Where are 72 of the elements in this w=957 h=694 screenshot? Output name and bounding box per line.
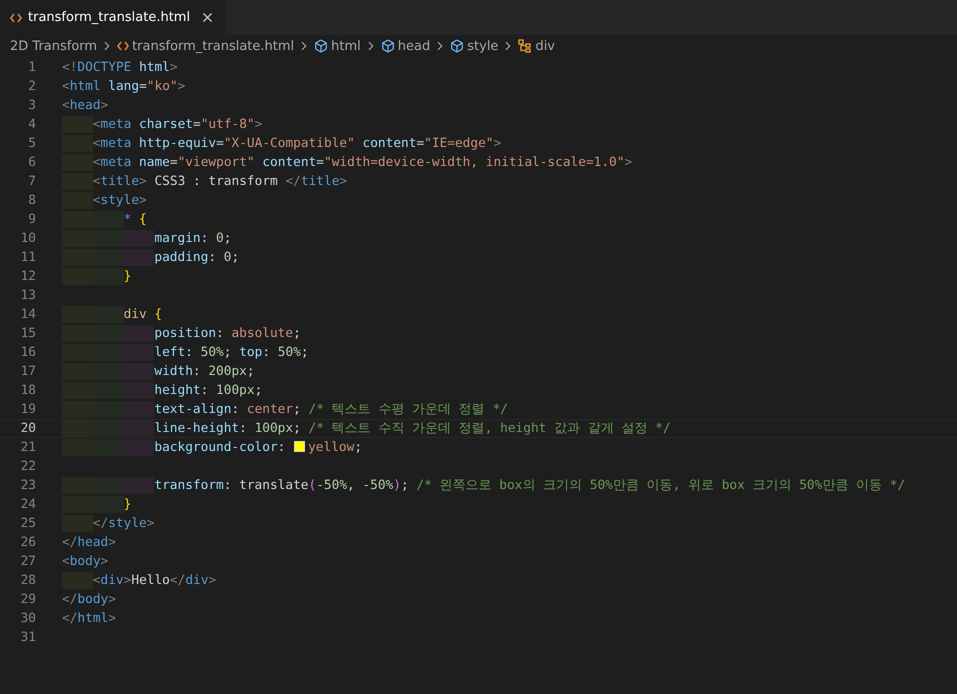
cube-icon: [380, 39, 395, 53]
code-line: line-height: 100px; /* 텍스트 수직 가운데 정렬, height 값과 같게 설정 */: [154, 420, 671, 437]
line-number: 7: [27, 174, 36, 189]
line-number: 14: [20, 307, 36, 322]
line-number: 11: [20, 250, 36, 265]
code-line: transform: translate(-50%, -50%); /* 왼쪽으로 box의 크기의 50%만큼 이동, 위로 box 크기의 50%만큼 이동 */: [154, 477, 906, 494]
breadcrumb-item[interactable]: div: [535, 38, 555, 54]
structure-icon: [518, 39, 532, 53]
code-line: </html>: [62, 610, 116, 627]
code-line: width: 200px;: [154, 363, 255, 380]
line-number: 1: [27, 60, 36, 75]
code-line: <meta http-equiv="X-UA-Compatible" content="IE=edge">: [92, 135, 502, 152]
code-line: <head>: [62, 97, 108, 114]
line-number: 15: [20, 326, 36, 341]
code-line: <!DOCTYPE html>: [62, 59, 178, 76]
code-file-icon: [10, 12, 22, 22]
breadcrumb-item[interactable]: 2D Transform: [10, 38, 98, 54]
code-line: <html lang="ko">: [62, 78, 186, 95]
code-line: left: 50%; top: 50%;: [154, 344, 309, 361]
code-line: <meta name="viewport" content="width=device-width, initial-scale=1.0">: [92, 154, 632, 171]
code-line: height: 100px;: [154, 382, 262, 399]
line-number: 9: [27, 212, 36, 227]
code-line: <body>: [62, 553, 108, 570]
line-number: 21: [20, 440, 36, 455]
line-number: 13: [20, 288, 36, 303]
code-line: margin: 0;: [154, 230, 232, 247]
line-number: 2: [27, 79, 36, 94]
line-number: 30: [20, 611, 36, 626]
line-number: 8: [27, 193, 36, 208]
code-line: <meta charset="utf-8">: [92, 116, 262, 133]
line-number: 31: [20, 630, 36, 645]
line-number: 12: [20, 269, 36, 284]
line-number: 28: [20, 573, 36, 588]
line-number: 27: [20, 554, 36, 569]
line-number: 25: [20, 516, 36, 531]
breadcrumb-item[interactable]: transform_translate.html: [132, 38, 294, 54]
line-number: 24: [20, 497, 36, 512]
line-number: 16: [20, 345, 36, 360]
cube-icon: [450, 39, 464, 53]
line-number: 19: [20, 402, 36, 417]
code-line: div {: [124, 306, 162, 323]
breadcrumb-item[interactable]: style: [467, 38, 498, 54]
line-number: 6: [27, 155, 36, 170]
line-number: 5: [27, 136, 36, 151]
line-number: 3: [27, 98, 36, 113]
line-number: 4: [27, 117, 36, 132]
code-line: padding: 0;: [154, 249, 240, 266]
breadcrumb-item[interactable]: head: [398, 38, 430, 54]
code-line: <div>Hello</div>: [92, 572, 216, 589]
line-number: 26: [20, 535, 36, 550]
code-line: </body>: [62, 591, 116, 608]
line-number: 10: [20, 231, 36, 246]
cube-icon: [314, 39, 328, 53]
code-line: <title> CSS3 : transform </title>: [92, 173, 348, 190]
code-line: * {: [124, 211, 147, 228]
line-number: 20: [20, 421, 36, 436]
code-line: }: [124, 268, 132, 285]
line-number: 29: [20, 592, 36, 607]
code-line: text-align: center; /* 텍스트 수평 가운데 정렬 */: [154, 401, 508, 418]
code-line: background-color: yellow;: [154, 439, 362, 456]
code-line: position: absolute;: [154, 325, 301, 342]
code-line: }: [124, 496, 132, 513]
line-number: 18: [20, 383, 36, 398]
code-line: <style>: [92, 192, 147, 209]
code-line: </style>: [92, 515, 154, 532]
line-number: 22: [20, 459, 36, 474]
editor-tab[interactable]: transform_translate.html: [0, 0, 226, 35]
line-number: 17: [20, 364, 36, 379]
line-number: 23: [20, 478, 36, 493]
code-file-icon: [117, 41, 130, 51]
breadcrumb-item[interactable]: html: [331, 38, 361, 54]
code-line: </head>: [62, 534, 116, 551]
